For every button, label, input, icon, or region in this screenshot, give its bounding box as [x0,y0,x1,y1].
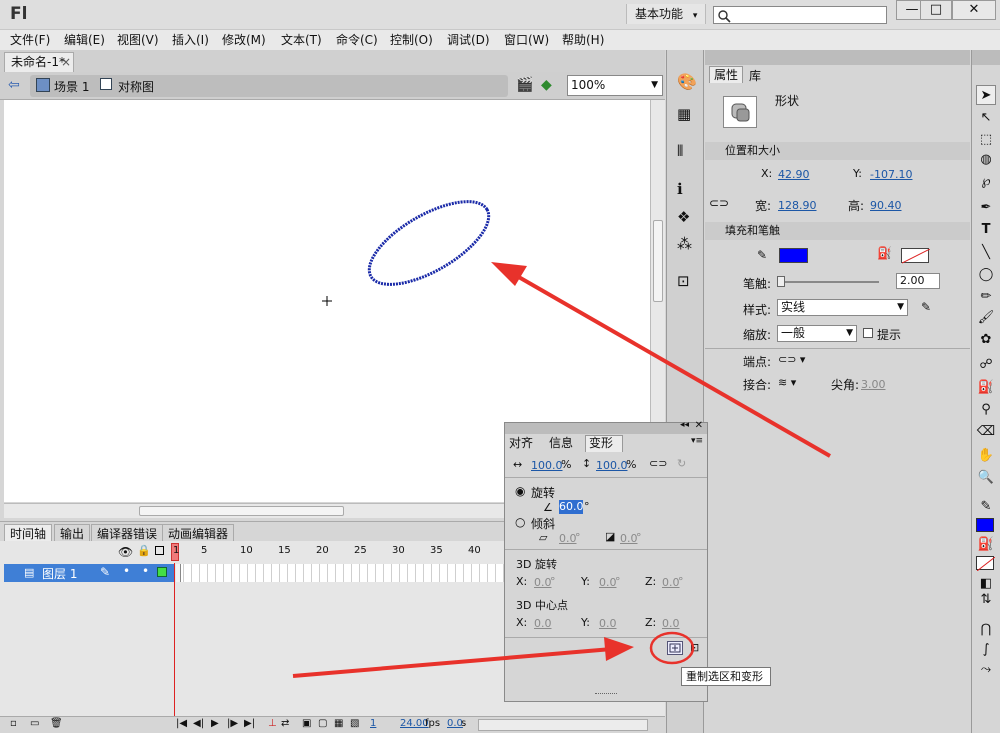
annotation-circle [649,631,695,665]
annotation-overlay [292,262,831,678]
annotation-arrow-to-button [292,637,634,678]
annotation-arrow-to-ellipse [491,262,831,458]
